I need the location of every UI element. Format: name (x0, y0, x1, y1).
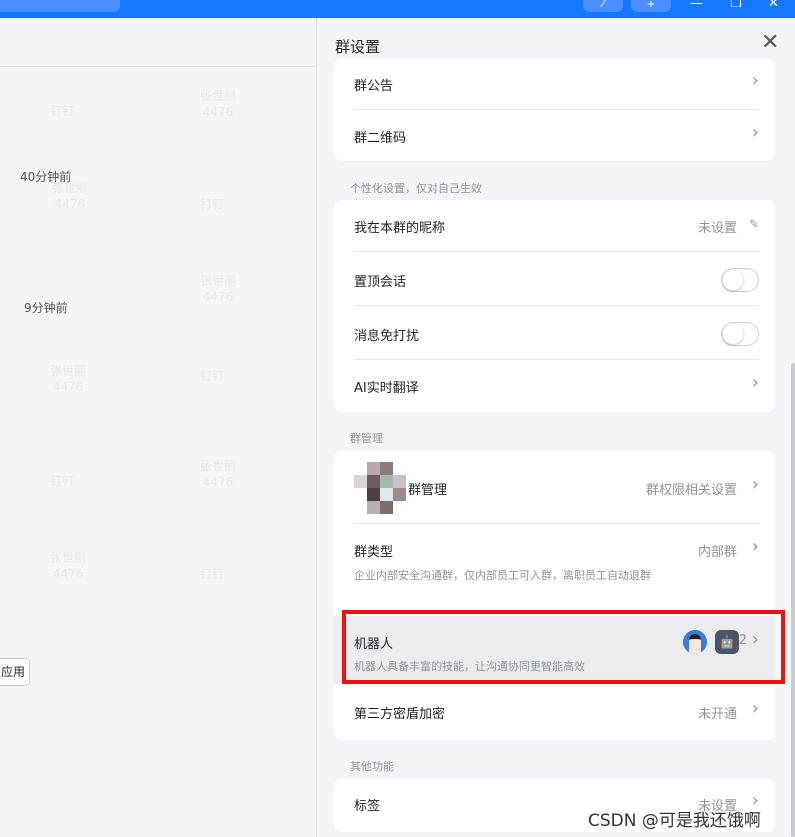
watermark: 张世丽 4476 (50, 551, 87, 581)
pencil-icon[interactable]: ✎ (749, 217, 759, 231)
translate-row[interactable]: AI实时翻译 › (354, 360, 759, 412)
watermark: 张世丽 4476 (52, 181, 89, 211)
watermark: 张世丽 4476 (50, 364, 87, 394)
manage-section-title: 群管理 (350, 432, 383, 445)
admin-value: 群权限相关设置 (645, 483, 737, 498)
announcement-row[interactable]: 群公告 › (354, 58, 759, 110)
tag-label: 标签 (354, 799, 381, 814)
divider (0, 66, 316, 67)
pin-row: 置顶会话 (354, 254, 759, 306)
other-section-title: 其他功能 (350, 760, 394, 773)
close-icon[interactable]: ✕ (761, 32, 779, 54)
encrypt-card: 第三方密盾加密 未开通 › (334, 684, 775, 740)
encrypt-label: 第三方密盾加密 (354, 707, 446, 722)
highlight-box (342, 610, 785, 684)
admin-row[interactable]: 群管理 群权限相关设置 › (354, 450, 759, 524)
chevron-right-icon: › (751, 536, 759, 557)
watermark: 张世丽 4476 (200, 89, 237, 119)
group-info-card: 群公告 › 群二维码 › (334, 58, 775, 161)
message-time: 9分钟前 (24, 301, 68, 315)
mute-label: 消息免打扰 (354, 329, 420, 344)
group-settings-panel: 群设置 ✕ 群公告 › 群二维码 › 个性化设置，仅对自己生效 我在本群的昵称 … (316, 18, 795, 837)
chevron-right-icon: › (751, 70, 759, 91)
translate-label: AI实时翻译 (354, 381, 419, 396)
watermark: 张世丽 4476 (200, 459, 237, 489)
edit-button[interactable]: ⁄ (583, 0, 623, 12)
maximize-icon[interactable]: ❐ (730, 0, 742, 11)
pin-toggle[interactable] (721, 268, 759, 292)
chevron-right-icon: › (751, 474, 759, 495)
personal-card: 我在本群的昵称 未设置 ✎ 置顶会话 消息免打扰 AI实时翻译 › (334, 200, 775, 412)
title-bar: ⁄ + — ❐ ✕ (0, 0, 795, 18)
watermark: 钉钉 (200, 567, 225, 581)
scrollbar[interactable] (791, 363, 795, 837)
nickname-label: 我在本群的昵称 (354, 221, 446, 236)
pin-label: 置顶会话 (354, 275, 407, 290)
chat-area: 40分钟前 9分钟前 钉钉 张世丽 4476 张世丽 4476 钉钉 张世丽 4476… (0, 18, 316, 837)
encrypt-row[interactable]: 第三方密盾加密 未开通 › (354, 686, 759, 738)
watermark: 钉钉 (50, 474, 75, 488)
qrcode-label: 群二维码 (354, 131, 407, 146)
admin-avatar (354, 462, 406, 514)
divider (354, 305, 759, 306)
personal-section-title: 个性化设置，仅对自己生效 (350, 182, 482, 195)
group-type-value: 内部群 (697, 545, 737, 560)
watermark: 张世丽 4476 (200, 274, 237, 304)
encrypt-value: 未开通 (697, 707, 737, 722)
mute-toggle[interactable] (721, 322, 759, 346)
group-type-desc: 企业内部安全沟通群，仅内部员工可入群，离职员工自动退群 (354, 569, 651, 582)
chevron-right-icon: › (751, 122, 759, 143)
search-box[interactable] (0, 0, 120, 12)
close-window-icon[interactable]: ✕ (768, 0, 779, 11)
qrcode-row[interactable]: 群二维码 › (354, 110, 759, 162)
minimize-icon[interactable]: — (690, 0, 703, 11)
watermark: 钉钉 (200, 369, 225, 383)
admin-label: 群管理 (408, 483, 448, 498)
divider (354, 251, 759, 252)
announcement-label: 群公告 (354, 79, 394, 94)
watermark: 钉钉 (200, 197, 225, 211)
chevron-right-icon: › (751, 372, 759, 393)
mute-row: 消息免打扰 (354, 308, 759, 360)
add-button[interactable]: + (631, 0, 671, 12)
nickname-value: 未设置 (697, 221, 737, 236)
csdn-watermark: CSDN @可是我还饿啊 (588, 811, 761, 831)
group-type-row[interactable]: 群类型 内部群 › 企业内部安全沟通群，仅内部员工可入群，离职员工自动退群 (354, 524, 759, 616)
chevron-right-icon: › (751, 698, 759, 719)
group-type-label: 群类型 (354, 545, 394, 560)
nickname-row[interactable]: 我在本群的昵称 未设置 ✎ (354, 200, 759, 252)
watermark: 钉钉 (50, 104, 75, 118)
panel-title: 群设置 (335, 38, 381, 56)
apps-button[interactable]: 应用 (0, 658, 30, 686)
